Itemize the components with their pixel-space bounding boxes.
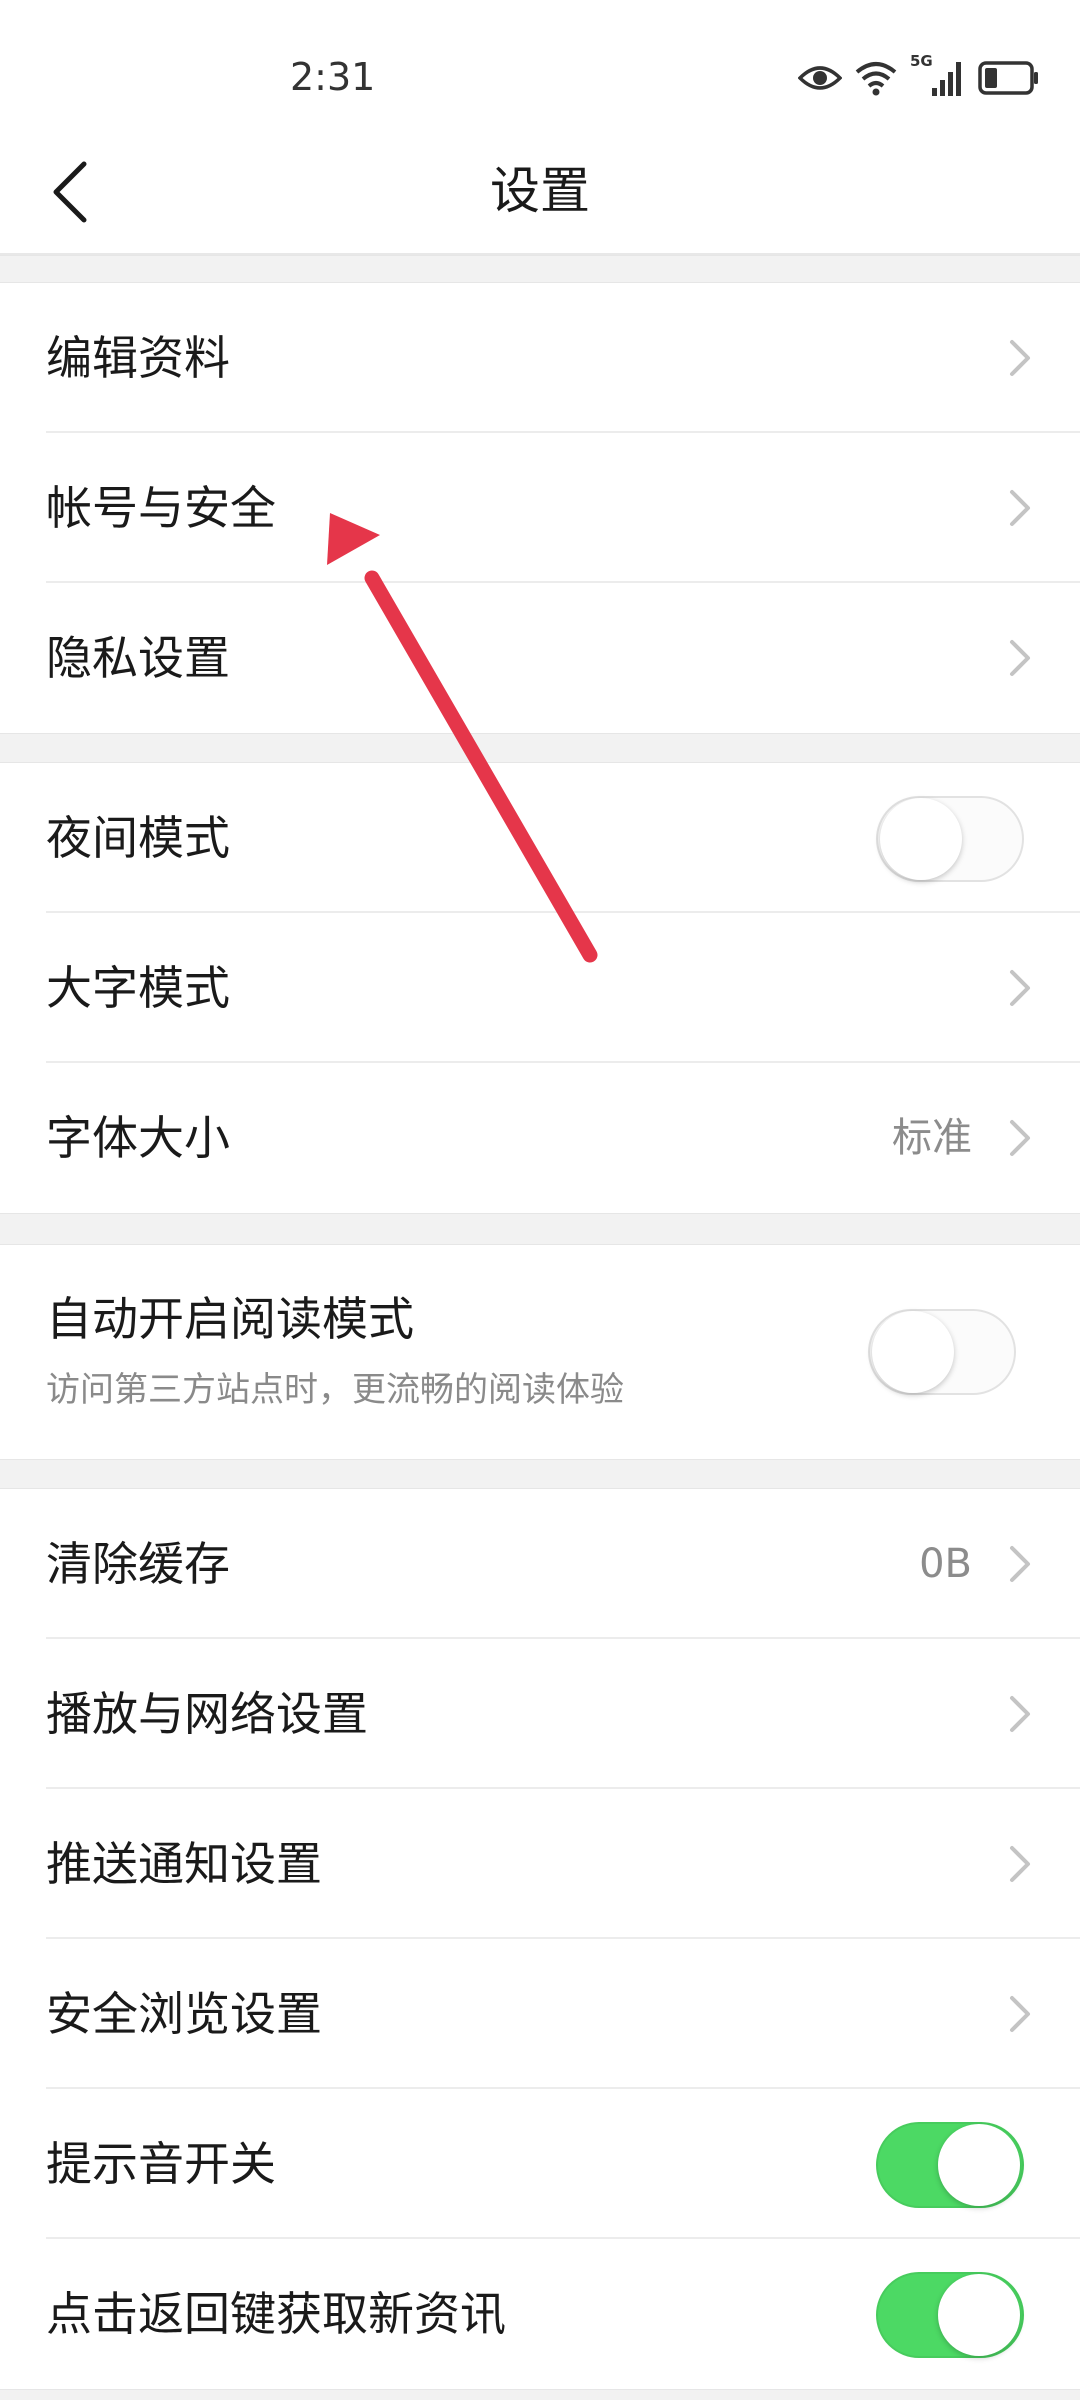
font-size-value: 标准 (892, 1115, 972, 1161)
settings-row-sound: 提示音开关 (0, 2089, 1080, 2239)
settings-row-push-notification[interactable]: 推送通知设置 (0, 1789, 1080, 1939)
sound-toggle[interactable] (876, 2122, 1024, 2208)
wifi-icon (855, 62, 897, 96)
status-time: 2:31 (290, 55, 376, 99)
eye-icon (798, 66, 842, 90)
cache-size-value: 0B (919, 1541, 972, 1587)
settings-row-night-mode: 夜间模式 (0, 763, 1080, 913)
toggle-knob (938, 2274, 1020, 2356)
row-label: 字体大小 (46, 1111, 230, 1165)
chevron-right-icon (1010, 1696, 1030, 1732)
settings-row-account-security[interactable]: 帐号与安全 (0, 433, 1080, 583)
row-label: 安全浏览设置 (46, 1987, 322, 2041)
settings-row-font-size[interactable]: 字体大小 标准 (0, 1063, 1080, 1213)
night-mode-toggle[interactable] (876, 796, 1024, 882)
chevron-right-icon (1010, 970, 1030, 1006)
page-title: 设置 (490, 162, 590, 220)
nav-bar: 设置 (0, 130, 1080, 255)
reader-mode-title: 自动开启阅读模式 (46, 1292, 414, 1346)
settings-row-playback-network[interactable]: 播放与网络设置 (0, 1639, 1080, 1789)
chevron-right-icon (1010, 1546, 1030, 1582)
row-label: 推送通知设置 (46, 1837, 322, 1891)
chevron-right-icon (1010, 340, 1030, 376)
battery-icon (978, 61, 1038, 95)
row-label: 夜间模式 (46, 811, 230, 865)
settings-row-big-text[interactable]: 大字模式 (0, 913, 1080, 1063)
back-button[interactable] (30, 152, 110, 232)
row-label: 帐号与安全 (46, 481, 276, 535)
row-label: 大字模式 (46, 961, 230, 1015)
settings-row-clear-cache[interactable]: 清除缓存 0B (0, 1489, 1080, 1639)
chevron-left-icon (53, 161, 87, 223)
chevron-right-icon (1010, 1996, 1030, 2032)
row-label: 清除缓存 (46, 1537, 230, 1591)
status-icons: 5G (798, 52, 1040, 100)
row-label: 编辑资料 (46, 331, 230, 385)
reader-mode-toggle[interactable] (868, 1309, 1016, 1395)
row-label: 点击返回键获取新资讯 (46, 2287, 506, 2341)
settings-row-safe-browsing[interactable]: 安全浏览设置 (0, 1939, 1080, 2089)
section-gap (0, 255, 1080, 283)
settings-row-back-refresh: 点击返回键获取新资讯 (0, 2239, 1080, 2389)
settings-row-privacy[interactable]: 隐私设置 (0, 583, 1080, 733)
toggle-knob (872, 1311, 954, 1393)
chevron-right-icon (1010, 1120, 1030, 1156)
row-label: 提示音开关 (46, 2137, 276, 2191)
chevron-right-icon (1010, 1846, 1030, 1882)
row-label: 播放与网络设置 (46, 1687, 368, 1741)
section-gap (0, 733, 1080, 763)
chevron-right-icon (1010, 640, 1030, 676)
chevron-right-icon (1010, 490, 1030, 526)
row-label: 隐私设置 (46, 631, 230, 685)
settings-row-edit-profile[interactable]: 编辑资料 (0, 283, 1080, 433)
settings-row-reader-mode: 自动开启阅读模式 访问第三方站点时，更流畅的阅读体验 (0, 1245, 1080, 1459)
section-gap (0, 2389, 1080, 2400)
section-gap (0, 1213, 1080, 1245)
back-refresh-toggle[interactable] (876, 2272, 1024, 2358)
reader-mode-subtitle: 访问第三方站点时，更流畅的阅读体验 (46, 1370, 624, 1410)
section-gap (0, 1459, 1080, 1489)
toggle-knob (880, 798, 962, 880)
toggle-knob (938, 2124, 1020, 2206)
signal-5g-icon: 5G (910, 52, 966, 98)
